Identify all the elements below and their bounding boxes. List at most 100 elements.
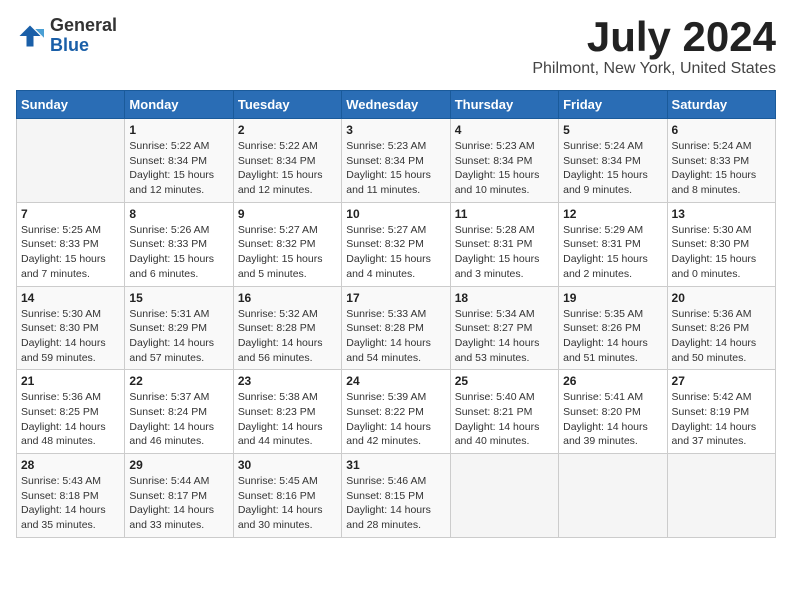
day-number: 21 <box>21 374 120 388</box>
day-info: Sunrise: 5:36 AM Sunset: 8:25 PM Dayligh… <box>21 390 120 449</box>
day-info: Sunrise: 5:37 AM Sunset: 8:24 PM Dayligh… <box>129 390 228 449</box>
day-cell: 1 Sunrise: 5:22 AM Sunset: 8:34 PM Daylig… <box>125 119 233 203</box>
col-header-thursday: Thursday <box>450 91 558 119</box>
day-cell: 12 Sunrise: 5:29 AM Sunset: 8:31 PM Dayli… <box>559 202 667 286</box>
day-info: Sunrise: 5:36 AM Sunset: 8:26 PM Dayligh… <box>672 307 771 366</box>
day-info: Sunrise: 5:30 AM Sunset: 8:30 PM Dayligh… <box>672 223 771 282</box>
page-header: General Blue July 2024 Philmont, New Yor… <box>16 16 776 78</box>
day-cell: 18 Sunrise: 5:34 AM Sunset: 8:27 PM Dayli… <box>450 286 558 370</box>
day-info: Sunrise: 5:40 AM Sunset: 8:21 PM Dayligh… <box>455 390 554 449</box>
day-number: 25 <box>455 374 554 388</box>
day-number: 1 <box>129 123 228 137</box>
logo-general-text: General <box>50 16 117 36</box>
day-number: 6 <box>672 123 771 137</box>
day-info: Sunrise: 5:27 AM Sunset: 8:32 PM Dayligh… <box>346 223 445 282</box>
day-info: Sunrise: 5:27 AM Sunset: 8:32 PM Dayligh… <box>238 223 337 282</box>
week-row-3: 14 Sunrise: 5:30 AM Sunset: 8:30 PM Dayli… <box>17 286 776 370</box>
day-cell: 24 Sunrise: 5:39 AM Sunset: 8:22 PM Dayli… <box>342 370 450 454</box>
day-info: Sunrise: 5:31 AM Sunset: 8:29 PM Dayligh… <box>129 307 228 366</box>
day-number: 13 <box>672 207 771 221</box>
day-number: 16 <box>238 291 337 305</box>
day-number: 10 <box>346 207 445 221</box>
week-row-2: 7 Sunrise: 5:25 AM Sunset: 8:33 PM Daylig… <box>17 202 776 286</box>
day-number: 18 <box>455 291 554 305</box>
calendar-header-row: SundayMondayTuesdayWednesdayThursdayFrid… <box>17 91 776 119</box>
day-number: 2 <box>238 123 337 137</box>
day-cell: 27 Sunrise: 5:42 AM Sunset: 8:19 PM Dayli… <box>667 370 775 454</box>
day-cell: 11 Sunrise: 5:28 AM Sunset: 8:31 PM Dayli… <box>450 202 558 286</box>
day-number: 5 <box>563 123 662 137</box>
day-number: 19 <box>563 291 662 305</box>
main-title: July 2024 <box>532 16 776 58</box>
day-number: 7 <box>21 207 120 221</box>
day-cell: 8Sunrise: 5:26 AM Sunset: 8:33 PM Daylig… <box>125 202 233 286</box>
day-cell: 29 Sunrise: 5:44 AM Sunset: 8:17 PM Dayli… <box>125 454 233 538</box>
day-info: Sunrise: 5:22 AM Sunset: 8:34 PM Dayligh… <box>129 139 228 198</box>
day-number: 24 <box>346 374 445 388</box>
day-cell: 31 Sunrise: 5:46 AM Sunset: 8:15 PM Dayli… <box>342 454 450 538</box>
col-header-monday: Monday <box>125 91 233 119</box>
logo: General Blue <box>16 16 117 56</box>
day-info: Sunrise: 5:34 AM Sunset: 8:27 PM Dayligh… <box>455 307 554 366</box>
day-cell: 10 Sunrise: 5:27 AM Sunset: 8:32 PM Dayli… <box>342 202 450 286</box>
day-cell <box>559 454 667 538</box>
day-cell: 26 Sunrise: 5:41 AM Sunset: 8:20 PM Dayli… <box>559 370 667 454</box>
day-info: Sunrise: 5:30 AM Sunset: 8:30 PM Dayligh… <box>21 307 120 366</box>
day-info: Sunrise: 5:29 AM Sunset: 8:31 PM Dayligh… <box>563 223 662 282</box>
day-cell: 13 Sunrise: 5:30 AM Sunset: 8:30 PM Dayli… <box>667 202 775 286</box>
day-info: Sunrise: 5:42 AM Sunset: 8:19 PM Dayligh… <box>672 390 771 449</box>
day-cell: 20 Sunrise: 5:36 AM Sunset: 8:26 PM Dayli… <box>667 286 775 370</box>
day-info: Sunrise: 5:28 AM Sunset: 8:31 PM Dayligh… <box>455 223 554 282</box>
day-info: Sunrise: 5:25 AM Sunset: 8:33 PM Dayligh… <box>21 223 120 282</box>
week-row-4: 21 Sunrise: 5:36 AM Sunset: 8:25 PM Dayli… <box>17 370 776 454</box>
col-header-sunday: Sunday <box>17 91 125 119</box>
day-info: Sunrise: 5:41 AM Sunset: 8:20 PM Dayligh… <box>563 390 662 449</box>
day-cell: 14 Sunrise: 5:30 AM Sunset: 8:30 PM Dayli… <box>17 286 125 370</box>
subtitle: Philmont, New York, United States <box>532 60 776 78</box>
day-number: 17 <box>346 291 445 305</box>
logo-blue-text: Blue <box>50 36 117 56</box>
day-number: 9 <box>238 207 337 221</box>
day-cell: 5 Sunrise: 5:24 AM Sunset: 8:34 PM Daylig… <box>559 119 667 203</box>
day-info: Sunrise: 5:22 AM Sunset: 8:34 PM Dayligh… <box>238 139 337 198</box>
day-info: Sunrise: 5:24 AM Sunset: 8:34 PM Dayligh… <box>563 139 662 198</box>
day-number: 30 <box>238 458 337 472</box>
day-number: 22 <box>129 374 228 388</box>
day-info: Sunrise: 5:26 AM Sunset: 8:33 PM Dayligh… <box>129 223 228 282</box>
day-cell: 17 Sunrise: 5:33 AM Sunset: 8:28 PM Dayli… <box>342 286 450 370</box>
day-info: Sunrise: 5:24 AM Sunset: 8:33 PM Dayligh… <box>672 139 771 198</box>
day-number: 12 <box>563 207 662 221</box>
day-cell: 15 Sunrise: 5:31 AM Sunset: 8:29 PM Dayli… <box>125 286 233 370</box>
day-number: 20 <box>672 291 771 305</box>
day-cell: 25 Sunrise: 5:40 AM Sunset: 8:21 PM Dayli… <box>450 370 558 454</box>
day-info: Sunrise: 5:45 AM Sunset: 8:16 PM Dayligh… <box>238 474 337 533</box>
day-cell: 21 Sunrise: 5:36 AM Sunset: 8:25 PM Dayli… <box>17 370 125 454</box>
day-info: Sunrise: 5:32 AM Sunset: 8:28 PM Dayligh… <box>238 307 337 366</box>
day-cell <box>17 119 125 203</box>
day-cell: 16 Sunrise: 5:32 AM Sunset: 8:28 PM Dayli… <box>233 286 341 370</box>
day-info: Sunrise: 5:33 AM Sunset: 8:28 PM Dayligh… <box>346 307 445 366</box>
week-row-5: 28Sunrise: 5:43 AM Sunset: 8:18 PM Dayli… <box>17 454 776 538</box>
day-info: Sunrise: 5:44 AM Sunset: 8:17 PM Dayligh… <box>129 474 228 533</box>
day-cell: 2 Sunrise: 5:22 AM Sunset: 8:34 PM Daylig… <box>233 119 341 203</box>
day-info: Sunrise: 5:46 AM Sunset: 8:15 PM Dayligh… <box>346 474 445 533</box>
day-info: Sunrise: 5:23 AM Sunset: 8:34 PM Dayligh… <box>346 139 445 198</box>
day-number: 26 <box>563 374 662 388</box>
day-cell: 3 Sunrise: 5:23 AM Sunset: 8:34 PM Daylig… <box>342 119 450 203</box>
day-info: Sunrise: 5:38 AM Sunset: 8:23 PM Dayligh… <box>238 390 337 449</box>
day-cell: 7 Sunrise: 5:25 AM Sunset: 8:33 PM Daylig… <box>17 202 125 286</box>
day-number: 3 <box>346 123 445 137</box>
day-number: 14 <box>21 291 120 305</box>
day-info: Sunrise: 5:35 AM Sunset: 8:26 PM Dayligh… <box>563 307 662 366</box>
day-info: Sunrise: 5:23 AM Sunset: 8:34 PM Dayligh… <box>455 139 554 198</box>
day-number: 15 <box>129 291 228 305</box>
day-cell: 4Sunrise: 5:23 AM Sunset: 8:34 PM Daylig… <box>450 119 558 203</box>
day-info: Sunrise: 5:39 AM Sunset: 8:22 PM Dayligh… <box>346 390 445 449</box>
day-cell: 9 Sunrise: 5:27 AM Sunset: 8:32 PM Daylig… <box>233 202 341 286</box>
logo-text: General Blue <box>50 16 117 56</box>
day-number: 11 <box>455 207 554 221</box>
day-number: 27 <box>672 374 771 388</box>
day-number: 31 <box>346 458 445 472</box>
day-cell: 6 Sunrise: 5:24 AM Sunset: 8:33 PM Daylig… <box>667 119 775 203</box>
day-number: 29 <box>129 458 228 472</box>
